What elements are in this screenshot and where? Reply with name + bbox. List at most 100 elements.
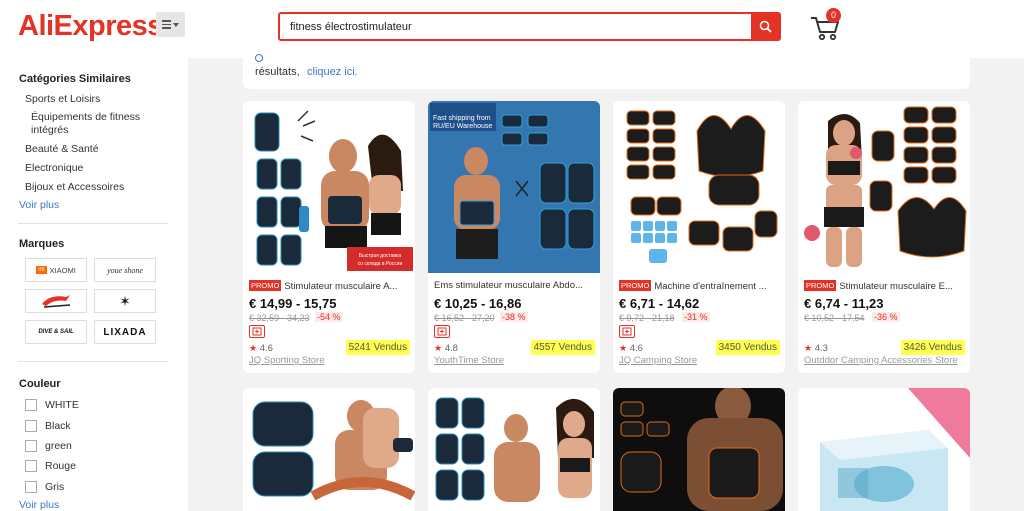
menu-icon — [162, 20, 171, 29]
color-label: WHITE — [45, 399, 79, 411]
product-card[interactable] — [243, 388, 415, 511]
notice-text: résultats, — [255, 66, 300, 78]
brand-star-logo[interactable]: ✶ — [94, 289, 156, 313]
color-filter-green[interactable]: green — [25, 440, 72, 452]
aliexpress-logo[interactable]: AliExpress™ — [18, 10, 171, 43]
promo-badge: PROMO — [804, 280, 837, 291]
product-title[interactable]: PROMO Stimulateur musculaire A... — [249, 280, 411, 292]
divider — [18, 361, 168, 362]
promo-badge: PROMO — [249, 280, 282, 291]
product-price: € 6,71 - 14,62 — [619, 296, 700, 311]
checkbox[interactable] — [25, 399, 37, 411]
brand-dive-and-sail[interactable]: DIVE & SAIL — [25, 320, 87, 344]
promo-badge: PROMO — [619, 280, 652, 291]
color-filter-black[interactable]: Black — [25, 420, 71, 432]
product-price: € 10,25 - 16,86 — [434, 296, 522, 311]
product-title[interactable]: PROMO Machine d'entraînement ... — [619, 280, 781, 292]
product-card[interactable] — [613, 388, 785, 511]
brand-lixada[interactable]: LIXADA — [94, 320, 156, 344]
categories-see-more-link[interactable]: Voir plus — [19, 199, 59, 211]
star-icon: ★ — [434, 343, 443, 353]
product-price: € 14,99 - 15,75 — [249, 296, 337, 311]
product-title[interactable]: Ems stimulateur musculaire Abdo... — [434, 280, 596, 291]
filter-sidebar: Catégories Similaires Sports et Loisirs … — [0, 58, 188, 511]
store-link[interactable]: Outddor Camping Accessories Store — [804, 355, 958, 366]
color-label: Black — [45, 420, 71, 432]
caret-down-icon — [173, 22, 179, 27]
discount-badge: -36 % — [872, 312, 900, 322]
divider — [18, 223, 168, 224]
product-image[interactable] — [428, 388, 600, 511]
brand-xiaomi[interactable]: mi XIAOMI — [25, 258, 87, 282]
choice-badge-icon — [619, 325, 635, 338]
categories-heading: Catégories Similaires — [19, 73, 131, 85]
sold-count: 3426 Vendus — [900, 340, 965, 355]
color-label: Rouge — [45, 460, 76, 472]
sold-count: 4557 Vendus — [530, 340, 595, 355]
sugas-logo-icon — [42, 295, 71, 308]
color-filter-red[interactable]: Rouge — [25, 460, 76, 472]
category-menu-button[interactable] — [156, 12, 185, 37]
brands-heading: Marques — [19, 238, 65, 250]
star-icon: ★ — [619, 343, 628, 353]
product-price: € 6,74 - 11,23 — [804, 296, 884, 311]
notice-link[interactable]: cliquez ici. — [307, 66, 358, 78]
product-rating: ★ 4.6 — [619, 343, 643, 354]
search-notice: résultats, cliquez ici. — [243, 54, 970, 89]
product-image[interactable] — [613, 388, 785, 511]
overlay-text: Быстрая доставка — [359, 253, 401, 259]
cart-count-badge: 0 — [826, 8, 841, 23]
product-image[interactable]: Fast shipping from RU/EU Warehouse — [428, 101, 600, 273]
product-image[interactable] — [613, 101, 785, 273]
top-header: AliExpress™ 0 — [0, 0, 1024, 58]
overlay-text: RU/EU Warehouse — [433, 123, 492, 130]
checkbox[interactable] — [25, 460, 37, 472]
category-link-sports[interactable]: Sports et Loisirs — [25, 93, 100, 105]
store-link[interactable]: JQ Sporting Store — [249, 355, 325, 366]
sold-count: 3450 Vendus — [715, 340, 780, 355]
product-title[interactable]: PROMO Stimulateur musculaire E... — [804, 280, 966, 292]
color-label: Gris — [45, 481, 65, 493]
discount-badge: -31 % — [682, 312, 710, 322]
search-box — [278, 12, 781, 41]
original-price: € 9,72 - 21,18 — [619, 313, 675, 323]
product-rating: ★ 4.8 — [434, 343, 458, 354]
color-filter-white[interactable]: WHITE — [25, 399, 79, 411]
sold-count: 5241 Vendus — [345, 340, 410, 355]
product-card[interactable]: Быстрая доставка со склада в России PROM… — [243, 101, 415, 373]
category-link-fitness-equipment[interactable]: Équipements de fitness intégrés — [31, 111, 171, 137]
search-button[interactable] — [751, 14, 779, 39]
brand-youe-shone[interactable]: youe shone — [94, 258, 156, 282]
colors-see-more-link[interactable]: Voir plus — [19, 499, 59, 511]
star-icon: ★ — [249, 343, 258, 353]
category-link-jewelry[interactable]: Bijoux et Accessoires — [25, 181, 124, 193]
discount-badge: -54 % — [315, 312, 343, 322]
product-card[interactable] — [428, 388, 600, 511]
product-image[interactable] — [243, 388, 415, 511]
color-label: green — [45, 440, 72, 452]
star-icon: ★ — [804, 343, 813, 353]
checkbox[interactable] — [25, 440, 37, 452]
product-card[interactable]: Fast shipping from RU/EU Warehouse Ems s… — [428, 101, 600, 373]
product-image[interactable]: Быстрая доставка со склада в России — [243, 101, 415, 273]
product-image[interactable] — [798, 101, 970, 273]
product-card[interactable]: PROMO Machine d'entraînement ... € 6,71 -… — [613, 101, 785, 373]
choice-badge-icon — [249, 325, 265, 338]
brand-sugas[interactable] — [25, 289, 87, 313]
product-card[interactable]: PROMO Stimulateur musculaire E... € 6,74 … — [798, 101, 970, 373]
store-link[interactable]: JQ Camping Store — [619, 355, 697, 366]
checkbox[interactable] — [25, 420, 37, 432]
color-filter-grey[interactable]: Gris — [25, 481, 64, 493]
colors-heading: Couleur — [19, 378, 61, 390]
product-card[interactable] — [798, 388, 970, 511]
search-input[interactable] — [290, 14, 740, 39]
product-image[interactable] — [798, 388, 970, 511]
checkbox[interactable] — [25, 481, 37, 493]
category-link-electronics[interactable]: Electronique — [25, 162, 83, 174]
category-link-beauty[interactable]: Beauté & Santé — [25, 143, 99, 155]
product-rating: ★ 4.3 — [804, 343, 828, 354]
original-price: € 32,59 - 34,23 — [249, 313, 310, 323]
overlay-text: Fast shipping from — [433, 115, 491, 122]
store-link[interactable]: YouthTime Store — [434, 355, 504, 366]
choice-badge-icon — [434, 325, 450, 338]
